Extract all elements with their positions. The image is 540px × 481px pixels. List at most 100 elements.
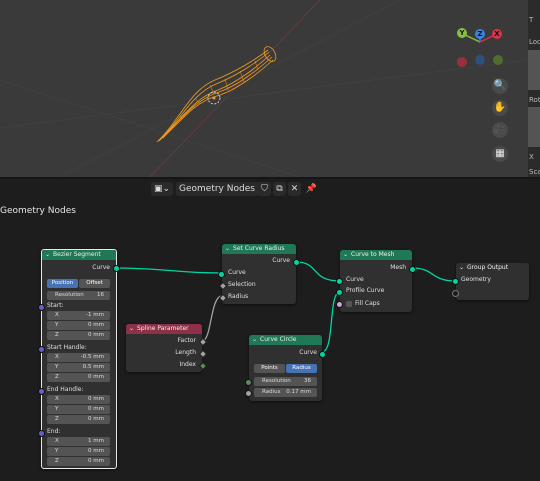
mode-points-button[interactable]: Points bbox=[254, 364, 285, 373]
start-handle-socket[interactable] bbox=[38, 346, 45, 353]
resolution-field[interactable]: Resolution 36 bbox=[254, 377, 317, 386]
end-handle-y-field[interactable]: Y 0 mm bbox=[47, 405, 110, 414]
start-handle-label: Start Handle: bbox=[47, 344, 87, 351]
mode-radius-button[interactable]: Radius bbox=[286, 364, 317, 373]
node-header[interactable]: ⌄ Curve Circle bbox=[249, 335, 322, 345]
resolution-value: 36 bbox=[304, 378, 311, 384]
end-handle-z-field[interactable]: Z 0 mm bbox=[47, 415, 110, 424]
length-label: Length bbox=[175, 349, 196, 356]
field-value: 0.5 mm bbox=[82, 364, 104, 370]
node-header[interactable]: ⌄ Bezier Segment bbox=[42, 250, 116, 260]
start-handle-y-field[interactable]: Y 0.5 mm bbox=[47, 363, 110, 372]
chevron-down-icon[interactable]: ⌄ bbox=[45, 250, 50, 260]
field-value: 0 mm bbox=[88, 406, 104, 412]
radius-field[interactable]: Radius 0.17 mm bbox=[254, 388, 317, 397]
profile-curve-socket[interactable] bbox=[336, 289, 343, 296]
field-value: 0 mm bbox=[88, 396, 104, 402]
start-z-field[interactable]: Z 0 mm bbox=[47, 331, 110, 340]
node-title: Spline Parameter bbox=[137, 325, 189, 332]
node-title: Curve Circle bbox=[260, 336, 297, 343]
node-header[interactable]: ⌄ Spline Parameter bbox=[126, 324, 202, 334]
output-curve-socket[interactable] bbox=[293, 259, 300, 266]
node-title: Curve to Mesh bbox=[351, 251, 395, 258]
radius-label: Radius bbox=[262, 389, 281, 395]
node-header[interactable]: ⌄ Group Output bbox=[456, 263, 529, 273]
output-curve-label: Curve bbox=[299, 349, 317, 356]
end-y-field[interactable]: Y 0 mm bbox=[47, 447, 110, 456]
field-label: Y bbox=[55, 406, 59, 412]
node-title: Bezier Segment bbox=[53, 251, 101, 258]
resolution-label: Resolution bbox=[262, 378, 291, 384]
start-label: Start: bbox=[47, 302, 64, 309]
field-value: 0 mm bbox=[88, 416, 104, 422]
end-label: End: bbox=[47, 428, 61, 435]
field-label: Y bbox=[55, 448, 59, 454]
node-header[interactable]: ⌄ Curve to Mesh bbox=[340, 250, 412, 260]
chevron-down-icon[interactable]: ⌄ bbox=[459, 263, 464, 273]
curve-circle-node[interactable]: ⌄ Curve Circle Curve Points Radius Resolu… bbox=[245, 335, 326, 401]
selection-label: Selection bbox=[228, 281, 256, 288]
end-handle-label: End Handle: bbox=[47, 386, 84, 393]
input-curve-socket[interactable] bbox=[218, 271, 225, 278]
geometry-input-socket[interactable] bbox=[452, 278, 459, 285]
geometry-label: Geometry bbox=[461, 276, 491, 283]
set-curve-radius-node[interactable]: ⌄ Set Curve Radius Curve Curve Selection … bbox=[218, 244, 300, 304]
end-handle-x-field[interactable]: X 0 mm bbox=[47, 395, 110, 404]
field-label: X bbox=[55, 312, 59, 318]
field-value: 0 mm bbox=[88, 374, 104, 380]
field-value: 0 mm bbox=[88, 322, 104, 328]
node-title: Set Curve Radius bbox=[233, 245, 285, 252]
field-label: Z bbox=[55, 332, 59, 338]
output-curve-label: Curve bbox=[272, 257, 290, 264]
spline-parameter-node[interactable]: ⌄ Spline Parameter Factor Length Index bbox=[126, 324, 208, 372]
output-curve-socket[interactable] bbox=[319, 351, 326, 358]
field-label: Y bbox=[55, 364, 59, 370]
output-curve-socket[interactable] bbox=[113, 265, 120, 272]
field-value: -1 mm bbox=[86, 312, 104, 318]
group-output-node[interactable]: ⌄ Group Output Geometry bbox=[452, 263, 529, 300]
start-socket[interactable] bbox=[38, 304, 45, 311]
factor-label: Factor bbox=[177, 337, 196, 344]
field-value: 0 mm bbox=[88, 448, 104, 454]
chevron-down-icon[interactable]: ⌄ bbox=[252, 335, 257, 345]
radius-label: Radius bbox=[228, 293, 249, 300]
start-handle-x-field[interactable]: X -0.5 mm bbox=[47, 353, 110, 362]
field-label: X bbox=[55, 354, 59, 360]
resolution-label: Resolution bbox=[55, 292, 84, 298]
output-mesh-label: Mesh bbox=[390, 264, 406, 271]
resolution-field[interactable]: Resolution 16 bbox=[47, 291, 110, 300]
start-y-field[interactable]: Y 0 mm bbox=[47, 321, 110, 330]
chevron-down-icon[interactable]: ⌄ bbox=[343, 250, 348, 260]
start-handle-z-field[interactable]: Z 0 mm bbox=[47, 373, 110, 382]
output-mesh-socket[interactable] bbox=[409, 266, 416, 273]
fill-caps-socket[interactable] bbox=[336, 301, 343, 308]
field-value: -0.5 mm bbox=[80, 354, 104, 360]
bezier-segment-node[interactable]: ⌄ Bezier Segment Curve Position Offset Re… bbox=[38, 249, 120, 469]
end-handle-socket[interactable] bbox=[38, 388, 45, 395]
radius-value: 0.17 mm bbox=[286, 389, 311, 395]
profile-curve-label: Profile Curve bbox=[346, 287, 385, 294]
field-value: 0 mm bbox=[88, 332, 104, 338]
resolution-value: 16 bbox=[97, 292, 104, 298]
curve-input-socket[interactable] bbox=[336, 278, 343, 285]
mode-position-button[interactable]: Position bbox=[47, 279, 78, 288]
chevron-down-icon[interactable]: ⌄ bbox=[129, 324, 134, 334]
mode-offset-button[interactable]: Offset bbox=[79, 279, 110, 288]
empty-input-socket[interactable] bbox=[452, 290, 459, 297]
fill-caps-label: Fill Caps bbox=[355, 300, 380, 307]
node-header[interactable]: ⌄ Set Curve Radius bbox=[222, 244, 296, 254]
curve-to-mesh-node[interactable]: ⌄ Curve to Mesh Mesh Curve Profile Curve … bbox=[336, 250, 416, 312]
end-z-field[interactable]: Z 0 mm bbox=[47, 457, 110, 466]
end-x-field[interactable]: X 1 mm bbox=[47, 437, 110, 446]
resolution-socket[interactable] bbox=[245, 379, 252, 386]
end-socket[interactable] bbox=[38, 430, 45, 437]
field-label: X bbox=[55, 396, 59, 402]
radius-socket[interactable] bbox=[245, 390, 252, 397]
chevron-down-icon[interactable]: ⌄ bbox=[225, 244, 230, 254]
index-label: Index bbox=[179, 361, 196, 368]
start-x-field[interactable]: X -1 mm bbox=[47, 311, 110, 320]
field-label: Z bbox=[55, 374, 59, 380]
field-value: 1 mm bbox=[88, 438, 104, 444]
field-label: Z bbox=[55, 416, 59, 422]
fill-caps-checkbox[interactable] bbox=[346, 301, 352, 307]
